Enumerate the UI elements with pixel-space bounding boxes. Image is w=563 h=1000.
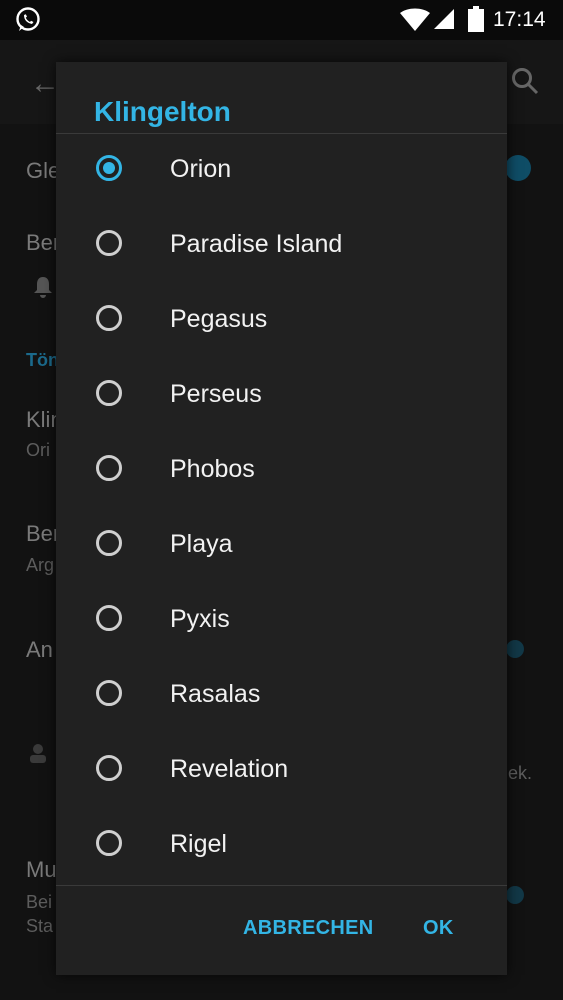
ringtone-option[interactable]: Orion	[56, 134, 507, 209]
ringtone-option[interactable]: Rasalas	[56, 659, 507, 734]
ringtone-option[interactable]: Perseus	[56, 359, 507, 434]
ringtone-option-label: Phobos	[170, 455, 255, 483]
battery-icon	[468, 6, 484, 32]
ringtone-option[interactable]: Paradise Island	[56, 209, 507, 284]
ringtone-option[interactable]: Playa	[56, 509, 507, 584]
status-bar: 17:14	[0, 0, 563, 40]
ringtone-option-label: Playa	[170, 530, 233, 558]
ringtone-option-label: Pyxis	[170, 605, 230, 633]
search-icon	[512, 68, 539, 95]
ringtone-option-label: Revelation	[170, 755, 289, 783]
ringtone-option[interactable]: Pyxis	[56, 584, 507, 659]
background-row-text: Mu	[26, 857, 57, 882]
radio-unchecked-icon[interactable]	[96, 380, 122, 406]
ok-button[interactable]: OK	[423, 917, 454, 940]
radio-unchecked-icon[interactable]	[96, 530, 122, 556]
background-toggle	[506, 640, 524, 658]
radio-unchecked-icon[interactable]	[96, 830, 122, 856]
background-toggle	[505, 155, 531, 181]
radio-checked-icon[interactable]	[96, 155, 122, 181]
wifi-icon	[400, 8, 430, 31]
background-row-sub: Ori	[26, 440, 50, 460]
radio-unchecked-icon[interactable]	[96, 680, 122, 706]
ringtone-option-label: Perseus	[170, 380, 262, 408]
person-icon	[30, 744, 46, 763]
ringtone-option[interactable]: Phobos	[56, 434, 507, 509]
ringtone-option[interactable]: Pegasus	[56, 284, 507, 359]
radio-unchecked-icon[interactable]	[96, 305, 122, 331]
radio-unchecked-icon[interactable]	[96, 230, 122, 256]
status-time: 17:14	[493, 8, 546, 31]
bell-icon	[34, 277, 52, 298]
background-row-text: An	[26, 637, 53, 662]
ringtone-option-label: Paradise Island	[170, 230, 343, 258]
ringtone-option-label: Pegasus	[170, 305, 268, 333]
whatsapp-icon	[16, 7, 40, 31]
background-toggle	[506, 886, 524, 904]
background-row-sub: Sta	[26, 916, 54, 936]
ringtone-option-label: Rigel	[170, 830, 227, 858]
background-row-sub: Bei	[26, 892, 53, 912]
ringtone-option[interactable]: Revelation	[56, 734, 507, 809]
radio-unchecked-icon[interactable]	[96, 605, 122, 631]
radio-unchecked-icon[interactable]	[96, 455, 122, 481]
background-row-sub: Arg	[26, 555, 55, 575]
background-row-sub: ek.	[508, 763, 533, 783]
ringtone-option-label: Orion	[170, 155, 232, 183]
cancel-button[interactable]: ABBRECHEN	[243, 917, 373, 940]
ringtone-dialog: Klingelton Orion Paradise Island Pegasus…	[56, 62, 507, 975]
cell-signal-icon	[434, 9, 454, 29]
background-section-header: Tön	[26, 350, 59, 370]
dialog-title: Klingelton	[94, 96, 231, 127]
radio-unchecked-icon[interactable]	[96, 755, 122, 781]
ringtone-option[interactable]: Rigel	[56, 809, 507, 884]
divider	[56, 885, 507, 886]
ringtone-option-label: Rasalas	[170, 680, 261, 708]
